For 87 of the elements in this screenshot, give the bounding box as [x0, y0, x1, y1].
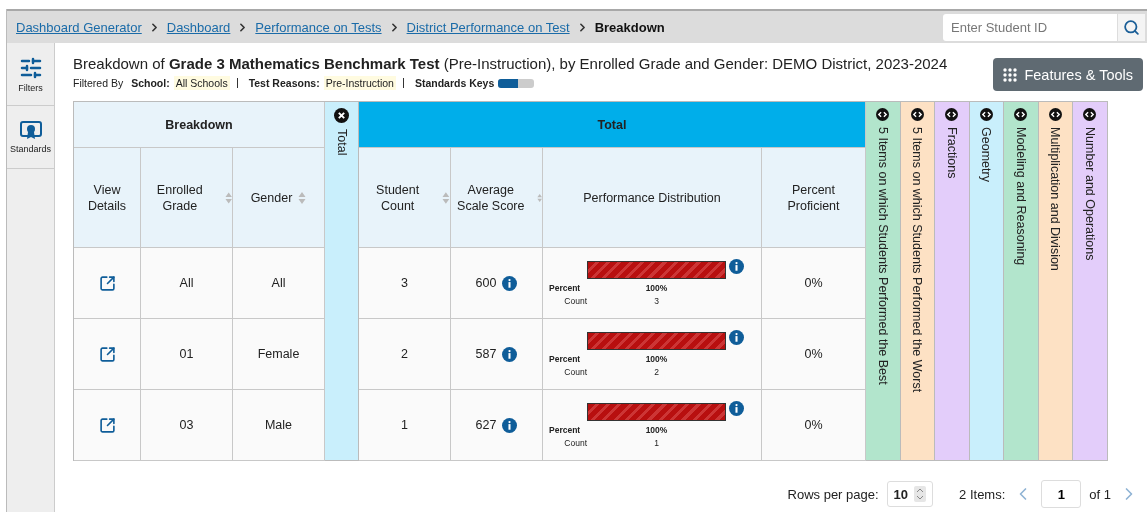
items-count: 2 Items:	[959, 486, 1006, 502]
table-cell: 01	[141, 319, 233, 390]
table-cell: 0%	[762, 390, 866, 461]
expand-icon[interactable]	[945, 108, 959, 121]
close-icon[interactable]	[334, 108, 349, 123]
expand-icon[interactable]	[1014, 108, 1028, 121]
info-icon[interactable]	[729, 401, 744, 416]
table-cell: All	[141, 248, 233, 319]
column-header: Performance Distribution	[543, 148, 762, 248]
info-icon[interactable]	[729, 259, 744, 274]
column-header: Percent Proficient	[762, 148, 866, 248]
count-label: Count	[563, 296, 587, 306]
column-header[interactable]: Average Scale Score	[451, 148, 543, 248]
info-icon[interactable]	[729, 330, 744, 345]
breadcrumb-link[interactable]: District Performance on Test	[406, 19, 570, 35]
percent-label: Percent	[549, 282, 582, 293]
count-value: 2	[653, 367, 660, 377]
column-label: Fractions	[944, 127, 959, 179]
column-group-header: Breakdown	[74, 102, 325, 148]
spinner-icon	[914, 486, 927, 502]
filter-value: All Schools	[173, 76, 230, 90]
rows-per-page-label: Rows per page:	[787, 486, 879, 502]
table-cell: 1	[359, 390, 451, 461]
expand-icon[interactable]	[1048, 108, 1062, 121]
grid-icon	[1003, 67, 1018, 82]
count-label: Count	[563, 367, 587, 377]
report-title: Breakdown of Grade 3 Mathematics Benchmark Test (Pre-Instruction), by Enrolled Grade and Gender: DEMO District, 2023-2024	[73, 55, 948, 72]
breadcrumb-link[interactable]: Performance on Tests	[255, 19, 382, 35]
features-tools-button[interactable]: Features & Tools	[993, 58, 1143, 91]
student-id-field[interactable]: Enter Student ID	[943, 13, 1117, 41]
column-label: Geometry	[979, 127, 994, 182]
count-label: Count	[563, 438, 587, 448]
column-header[interactable]: Student Count	[359, 148, 451, 248]
table-cell: Male	[233, 390, 325, 461]
breadcrumb-link[interactable]: Dashboard Generator	[16, 19, 142, 35]
filter-label: School:	[131, 77, 170, 89]
expand-icon[interactable]	[876, 108, 890, 121]
table-cell: 3	[359, 248, 451, 319]
table-cell: 0%	[762, 248, 866, 319]
filter-label: Test Reasons:	[248, 77, 320, 89]
column-label: 5 Items on which Students Performed the Best	[875, 127, 890, 385]
table-cell: 587	[475, 347, 497, 361]
percent-label: Percent	[549, 353, 582, 364]
page-total: of 1	[1089, 486, 1111, 502]
column-group-header: Total	[359, 102, 866, 148]
column-label: Number and Operations	[1082, 127, 1097, 261]
column-header[interactable]: Enrolled Grade	[141, 148, 233, 248]
filter-caption: Filtered By	[73, 77, 124, 89]
table-cell: 2	[359, 319, 451, 390]
filter-value: Pre-Instruction	[323, 76, 396, 90]
percent-value: 100%	[644, 424, 669, 435]
column-header: View Details	[74, 148, 141, 248]
table-cell: 03	[141, 390, 233, 461]
search-button[interactable]	[1117, 13, 1145, 41]
search-icon	[1123, 18, 1140, 36]
expand-icon[interactable]	[979, 108, 993, 121]
certificate-icon	[19, 120, 42, 141]
info-icon[interactable]	[502, 275, 518, 291]
breadcrumb-link[interactable]: Breakdown	[594, 19, 665, 35]
percent-value: 100%	[644, 282, 669, 293]
percent-label: Percent	[549, 424, 582, 435]
sliders-icon	[18, 55, 43, 80]
expand-icon[interactable]	[910, 108, 924, 121]
external-link-icon[interactable]	[98, 345, 116, 363]
breadcrumb-link[interactable]: Dashboard	[166, 19, 231, 35]
external-link-icon[interactable]	[98, 274, 116, 292]
column-header[interactable]: Gender	[233, 148, 325, 248]
table-cell: 600	[475, 276, 497, 290]
count-value: 1	[653, 438, 660, 448]
info-icon[interactable]	[502, 417, 518, 433]
info-icon[interactable]	[502, 346, 518, 362]
standards-keys-toggle[interactable]	[498, 78, 535, 88]
table-cell: All	[233, 248, 325, 319]
column-label: Total	[334, 129, 349, 156]
expand-icon[interactable]	[1083, 108, 1097, 121]
filter-label: Standards Keys	[414, 77, 495, 89]
page-field[interactable]: 1	[1041, 480, 1082, 508]
external-link-icon[interactable]	[98, 416, 116, 434]
table-cell: 627	[475, 418, 497, 432]
column-label: Multiplication and Division	[1048, 127, 1063, 271]
column-label: Modeling and Reasoning	[1013, 127, 1028, 266]
table-cell: 0%	[762, 319, 866, 390]
percent-value: 100%	[644, 353, 669, 364]
table-cell: Female	[233, 319, 325, 390]
count-value: 3	[653, 296, 660, 306]
rows-per-page-field[interactable]: 10	[886, 481, 934, 507]
column-label: 5 Items on which Students Performed the Worst	[910, 127, 925, 393]
